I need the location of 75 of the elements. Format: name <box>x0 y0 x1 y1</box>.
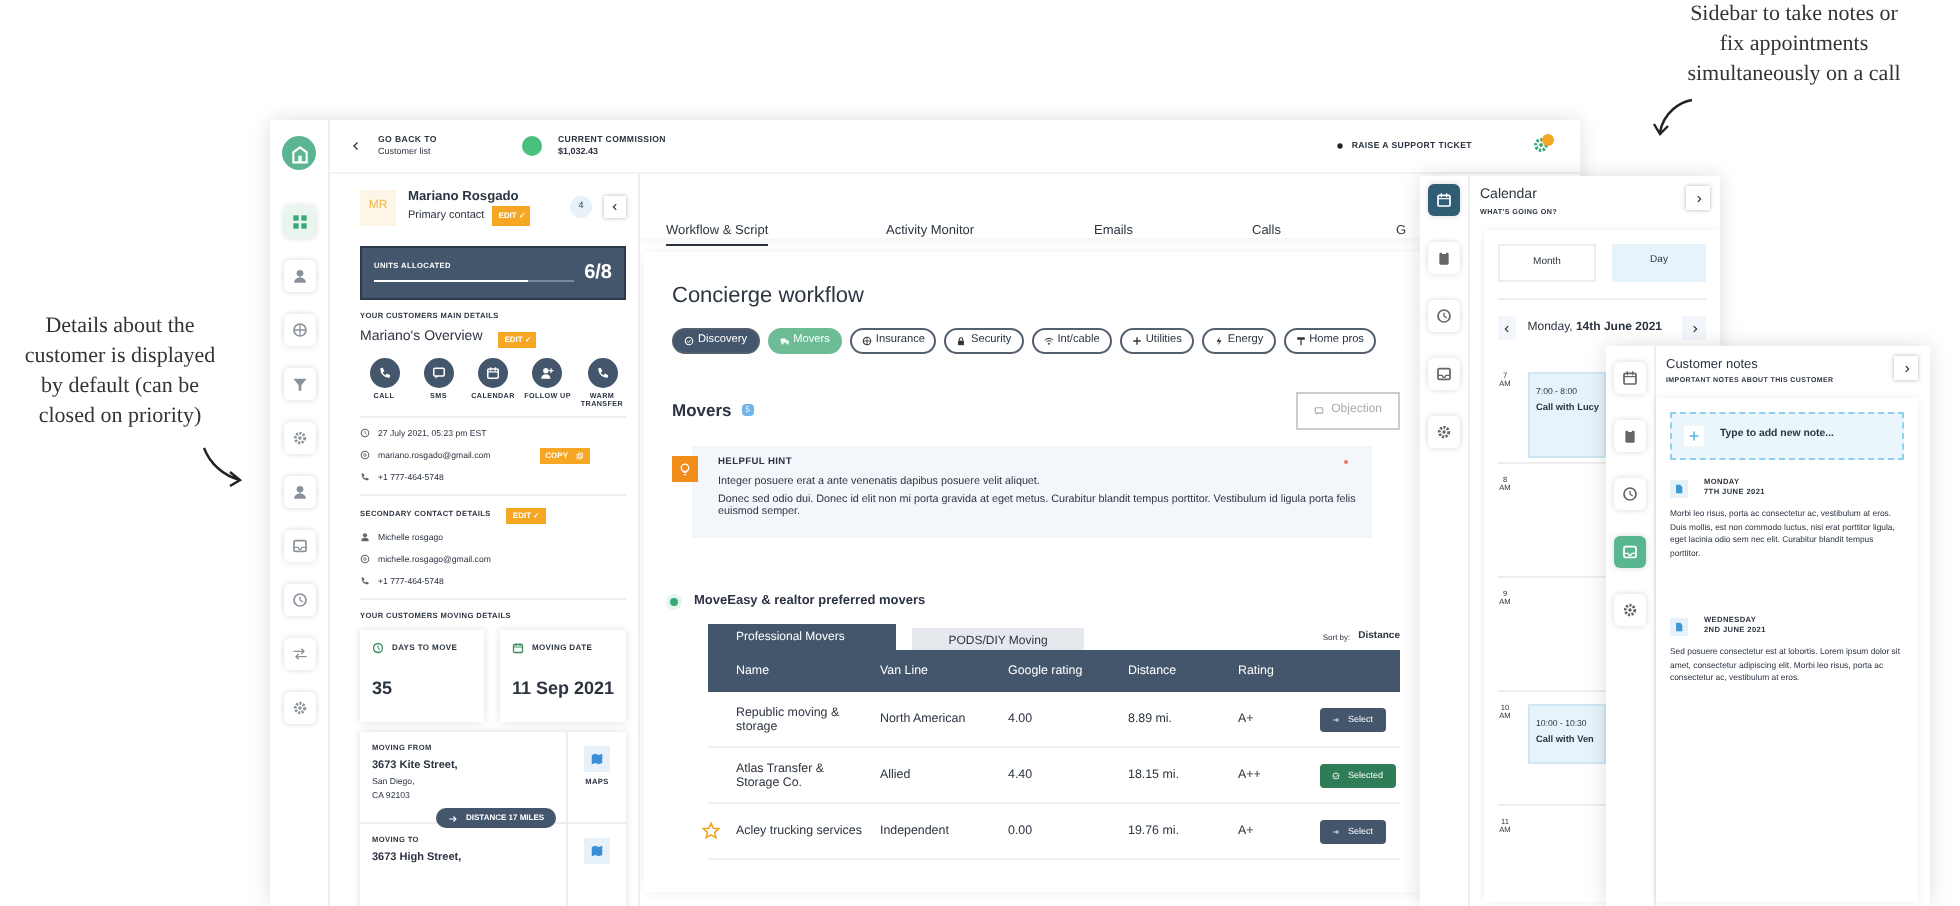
settings-icon[interactable] <box>1614 594 1646 626</box>
phone-icon <box>360 576 370 587</box>
chevron-left-icon <box>610 202 620 213</box>
globe-icon[interactable] <box>283 314 315 346</box>
chevron-right-icon <box>1901 363 1911 373</box>
back-icon[interactable] <box>350 139 362 152</box>
clock-icon[interactable] <box>1428 300 1460 332</box>
annotation-text: Sidebar to take notes or fix appointments simultaneously on a call <box>1685 0 1903 90</box>
paint-roller-icon <box>1295 335 1306 346</box>
contact-icon <box>360 532 370 543</box>
lock-icon <box>956 335 967 346</box>
curved-arrow <box>200 444 244 488</box>
note-icon <box>1670 617 1688 635</box>
wifi-icon <box>1043 335 1054 346</box>
map-icon[interactable] <box>584 838 610 865</box>
clipboard-icon[interactable] <box>1614 420 1646 452</box>
chevron-right-icon <box>1693 193 1703 203</box>
dashboard-icon[interactable] <box>283 206 315 238</box>
email-icon <box>360 554 370 565</box>
chevron-left-icon <box>1501 323 1512 334</box>
person-icon[interactable] <box>283 260 315 292</box>
phone-icon <box>595 365 609 380</box>
phone-icon <box>360 472 370 483</box>
dot-icon <box>1335 141 1344 150</box>
follow-up-button[interactable] <box>532 357 563 388</box>
settings-icon[interactable] <box>1428 416 1460 448</box>
map-icon[interactable] <box>584 746 610 773</box>
inbox-icon[interactable] <box>283 530 315 562</box>
stat-value: 35 <box>372 676 395 703</box>
check-circle-icon <box>684 335 694 346</box>
calendar-button[interactable] <box>478 357 508 388</box>
notification-icon[interactable] <box>1532 136 1550 155</box>
settings-icon[interactable] <box>283 692 315 724</box>
note-icon <box>1670 479 1688 497</box>
email-icon <box>360 450 370 461</box>
transfer-icon[interactable] <box>283 638 315 670</box>
stat-value: 11 Sep 2021 <box>511 676 614 703</box>
plus-icon <box>1131 335 1142 346</box>
settings-icon[interactable] <box>283 422 315 454</box>
section-title: Movers <box>672 397 732 423</box>
calendar-icon[interactable] <box>1614 362 1646 394</box>
bolt-icon <box>1213 335 1224 346</box>
globe-icon <box>861 335 872 346</box>
clock-icon <box>372 642 384 655</box>
filter-icon[interactable] <box>283 368 315 400</box>
transfer-button[interactable] <box>587 357 617 388</box>
calendar-icon <box>486 365 500 380</box>
chevron-right-icon <box>1689 323 1699 334</box>
annotation-text: Details about the customer is displayed by default (can be closed on priority) <box>22 312 218 432</box>
chat-icon <box>1313 405 1324 415</box>
truck-icon <box>779 335 790 346</box>
curved-arrow <box>1652 96 1696 140</box>
workflow-title: Concierge workflow <box>672 281 866 312</box>
clock-icon[interactable] <box>1614 478 1646 510</box>
status-dot <box>670 597 678 606</box>
clock-icon[interactable] <box>283 584 315 616</box>
badge-dot <box>1542 133 1554 146</box>
previous-button[interactable] <box>1498 316 1516 341</box>
calendar-icon <box>511 642 524 655</box>
home-icon <box>289 143 309 163</box>
call-button[interactable] <box>369 357 399 388</box>
sms-button[interactable] <box>423 357 454 388</box>
copy-icon <box>576 451 584 460</box>
check-circle-icon <box>1332 771 1340 780</box>
units-value: 6/8 <box>584 259 612 288</box>
plus-icon <box>1688 430 1700 442</box>
inbox-icon[interactable] <box>1614 536 1646 568</box>
person-icon[interactable] <box>283 476 315 508</box>
phone-icon <box>377 365 391 380</box>
arrow-right-icon <box>448 813 458 824</box>
calendar-icon[interactable] <box>1428 184 1460 216</box>
inbox-icon[interactable] <box>1428 358 1460 390</box>
add-person-icon <box>540 365 555 380</box>
chat-icon <box>431 365 446 380</box>
clipboard-icon[interactable] <box>1428 242 1460 274</box>
